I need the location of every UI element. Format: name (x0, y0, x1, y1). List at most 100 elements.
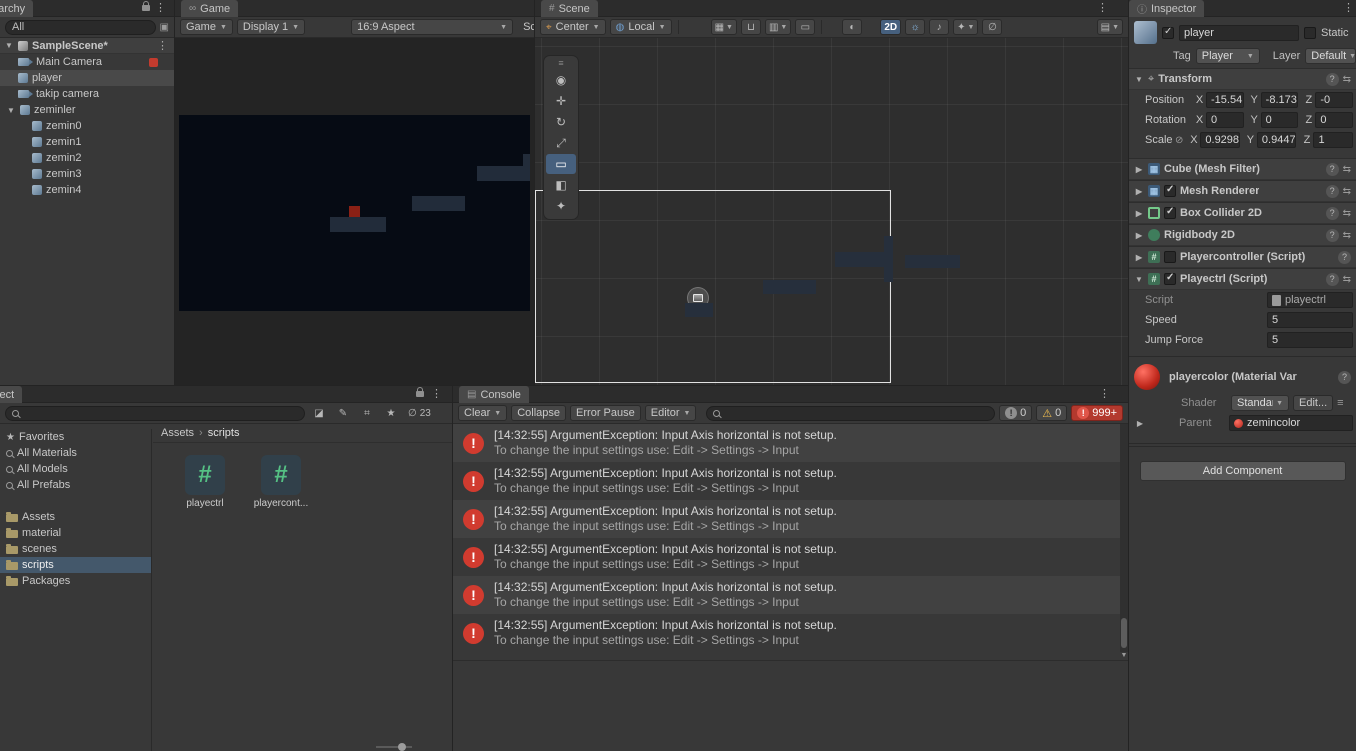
collapse-toggle[interactable]: Collapse (511, 405, 567, 421)
asset-store-icon[interactable]: ✎ (333, 405, 353, 421)
rect-tool-button[interactable]: ▭ (546, 154, 576, 174)
rotate-tool-button[interactable]: ↻ (546, 112, 576, 132)
tag-dropdown[interactable]: Player ▼ (1195, 48, 1260, 64)
console-entry[interactable]: ! [14:32:55] ArgumentException: Input Ax… (453, 500, 1120, 538)
display-mode-dropdown[interactable]: Game ▼ (180, 19, 233, 35)
shader-dropdown[interactable]: Standard▼ (1231, 395, 1289, 411)
lock-icon[interactable] (416, 387, 424, 397)
open-in-search-icon[interactable]: ◪ (309, 405, 329, 421)
help-icon[interactable]: ? (1325, 184, 1339, 198)
ruler-button[interactable]: ▭ (795, 19, 816, 35)
foldout-icon[interactable]: ▶ (0, 577, 2, 586)
scale-link-icon[interactable]: ⊘ (1175, 135, 1183, 146)
project-search-input[interactable] (5, 405, 305, 421)
jump-force-field[interactable]: 5 (1267, 332, 1353, 348)
foldout-icon[interactable]: ▼ (0, 433, 2, 442)
scene-picker-icon[interactable]: ▣ (160, 22, 169, 33)
hierarchy-item-player[interactable]: player (0, 70, 174, 86)
preset-icon[interactable]: ⇆ (1343, 186, 1351, 197)
effects-toggle[interactable]: ✦ ▼ (953, 19, 979, 35)
console-entry[interactable]: ! [14:32:55] ArgumentException: Input Ax… (453, 614, 1120, 652)
clear-button[interactable]: Clear ▼ (458, 405, 508, 421)
lock-icon[interactable] (142, 1, 150, 11)
aspect-dropdown[interactable]: 16:9 Aspect ▼ (351, 19, 514, 35)
foldout-icon[interactable]: ▶ (1134, 165, 1144, 174)
position-x-field[interactable]: -15.54 (1206, 92, 1244, 108)
editor-dropdown[interactable]: Editor ▼ (644, 405, 697, 421)
preset-icon[interactable]: ⇆ (1343, 208, 1351, 219)
scene-menu-icon[interactable]: ⋮ (157, 39, 168, 52)
scene-foldout-icon[interactable]: ▼ (4, 41, 14, 50)
scene-header-row[interactable]: ▼ SampleScene* ⋮ (0, 38, 174, 54)
move-tool-button[interactable]: ✛ (546, 91, 576, 111)
tree-favorites[interactable]: ▼ ★ Favorites (0, 429, 151, 445)
name-field[interactable]: player (1179, 24, 1299, 41)
slider-knob[interactable] (398, 743, 406, 751)
rotation-x-field[interactable]: 0 (1206, 112, 1244, 128)
hierarchy-item-zemin1[interactable]: zemin1 (0, 134, 174, 150)
render-doodad-button[interactable]: ◐ (842, 19, 863, 35)
preset-icon[interactable]: ⇆ (1343, 164, 1351, 175)
tab-project[interactable]: Project (0, 386, 23, 403)
tab-game[interactable]: ∞ Game (181, 0, 239, 17)
hierarchy-item-main-camera[interactable]: Main Camera (0, 54, 174, 70)
foldout-icon[interactable]: ▼ (1134, 75, 1144, 84)
component-enabled-checkbox[interactable] (1164, 206, 1176, 219)
static-checkbox[interactable] (1304, 26, 1316, 39)
console-search-input[interactable] (706, 405, 996, 421)
layer-dropdown[interactable]: Default ▼ (1305, 48, 1356, 64)
tree-assets[interactable]: ▼ Assets (0, 509, 151, 525)
tree-packages[interactable]: ▶ Packages (0, 573, 151, 589)
label-icon[interactable]: ⌗ (357, 405, 377, 421)
hierarchy-search-input[interactable]: All (5, 19, 156, 35)
icon-size-slider[interactable] (376, 743, 412, 751)
warning-count-toggle[interactable]: ⚠ 0 (1036, 405, 1068, 421)
palette-drag-handle[interactable]: ≡ (558, 58, 563, 69)
console-entry[interactable]: ! [14:32:55] ArgumentException: Input Ax… (453, 576, 1120, 614)
foldout-icon[interactable]: ▼ (1134, 275, 1144, 284)
foldout-icon[interactable]: ▼ (0, 513, 2, 522)
help-icon[interactable]: ? (1325, 272, 1339, 286)
transform-header[interactable]: ▼ ⌖ Transform ? ⇆ (1129, 68, 1356, 90)
transform-tool-button[interactable]: ◧ (546, 175, 576, 195)
error-pause-toggle[interactable]: Error Pause (570, 405, 641, 421)
console-scrollbar[interactable] (1120, 424, 1128, 652)
component-mesh-filter[interactable]: ▶ ▦ Cube (Mesh Filter) ? ⇆ (1129, 158, 1356, 180)
console-entry[interactable]: ! [14:32:55] ArgumentException: Input Ax… (453, 462, 1120, 500)
scene-lighting-toggle[interactable]: ☼ (905, 19, 926, 35)
tree-all-prefabs[interactable]: All Prefabs (0, 477, 151, 493)
component-enabled-checkbox[interactable] (1164, 251, 1176, 263)
shader-menu-icon[interactable]: ≡ (1337, 397, 1343, 409)
hierarchy-item-zemin0[interactable]: zemin0 (0, 118, 174, 134)
foldout-icon[interactable]: ▼ (6, 106, 16, 115)
add-component-button[interactable]: Add Component (1139, 461, 1346, 481)
rotation-z-field[interactable]: 0 (1315, 112, 1354, 128)
tree-scripts[interactable]: scripts (0, 557, 151, 573)
tab-scene[interactable]: # Scene (541, 0, 598, 17)
audio-mute-toggle[interactable]: ♪ (929, 19, 950, 35)
component-enabled-checkbox[interactable] (1164, 272, 1176, 285)
tab-console[interactable]: ▤ Console (459, 386, 529, 403)
info-count-toggle[interactable]: ! 0 (999, 405, 1033, 421)
scrollbar-thumb[interactable] (1121, 618, 1127, 648)
hierarchy-item-zemin2[interactable]: zemin2 (0, 150, 174, 166)
scene-menu-icon[interactable]: ⋮ (1097, 2, 1108, 15)
scene-viewport[interactable]: ≡ ◉ ✛ ↻ ⤢ ▭ ◧ ✦ (535, 38, 1128, 385)
hierarchy-item-takip-camera[interactable]: takip camera (0, 86, 174, 102)
error-count-toggle[interactable]: ! 999+ (1071, 405, 1123, 421)
component-box-collider-2d[interactable]: ▶ Box Collider 2D ? ⇆ (1129, 202, 1356, 224)
scale-x-field[interactable]: 0.9298 (1200, 132, 1240, 148)
hierarchy-item-zemin3[interactable]: zemin3 (0, 166, 174, 182)
scale-y-field[interactable]: 0.9447 (1256, 132, 1297, 148)
console-menu-icon[interactable]: ⋮ (1099, 388, 1110, 401)
component-playectrl[interactable]: ▼ # Playectrl (Script) ? ⇆ (1129, 268, 1356, 290)
help-icon[interactable]: ? (1325, 206, 1339, 220)
view-tool-button[interactable]: ◉ (546, 70, 576, 90)
help-icon[interactable]: ? (1325, 72, 1339, 86)
material-header[interactable]: playercolor (Material Var ? (1129, 357, 1356, 393)
help-icon[interactable]: ? (1338, 370, 1351, 384)
console-entry[interactable]: ! [14:32:55] ArgumentException: Input Ax… (453, 538, 1120, 576)
project-menu-icon[interactable]: ⋮ (431, 388, 442, 401)
preset-icon[interactable]: ⇆ (1343, 274, 1351, 285)
component-mesh-renderer[interactable]: ▶ ▦ Mesh Renderer ? ⇆ (1129, 180, 1356, 202)
